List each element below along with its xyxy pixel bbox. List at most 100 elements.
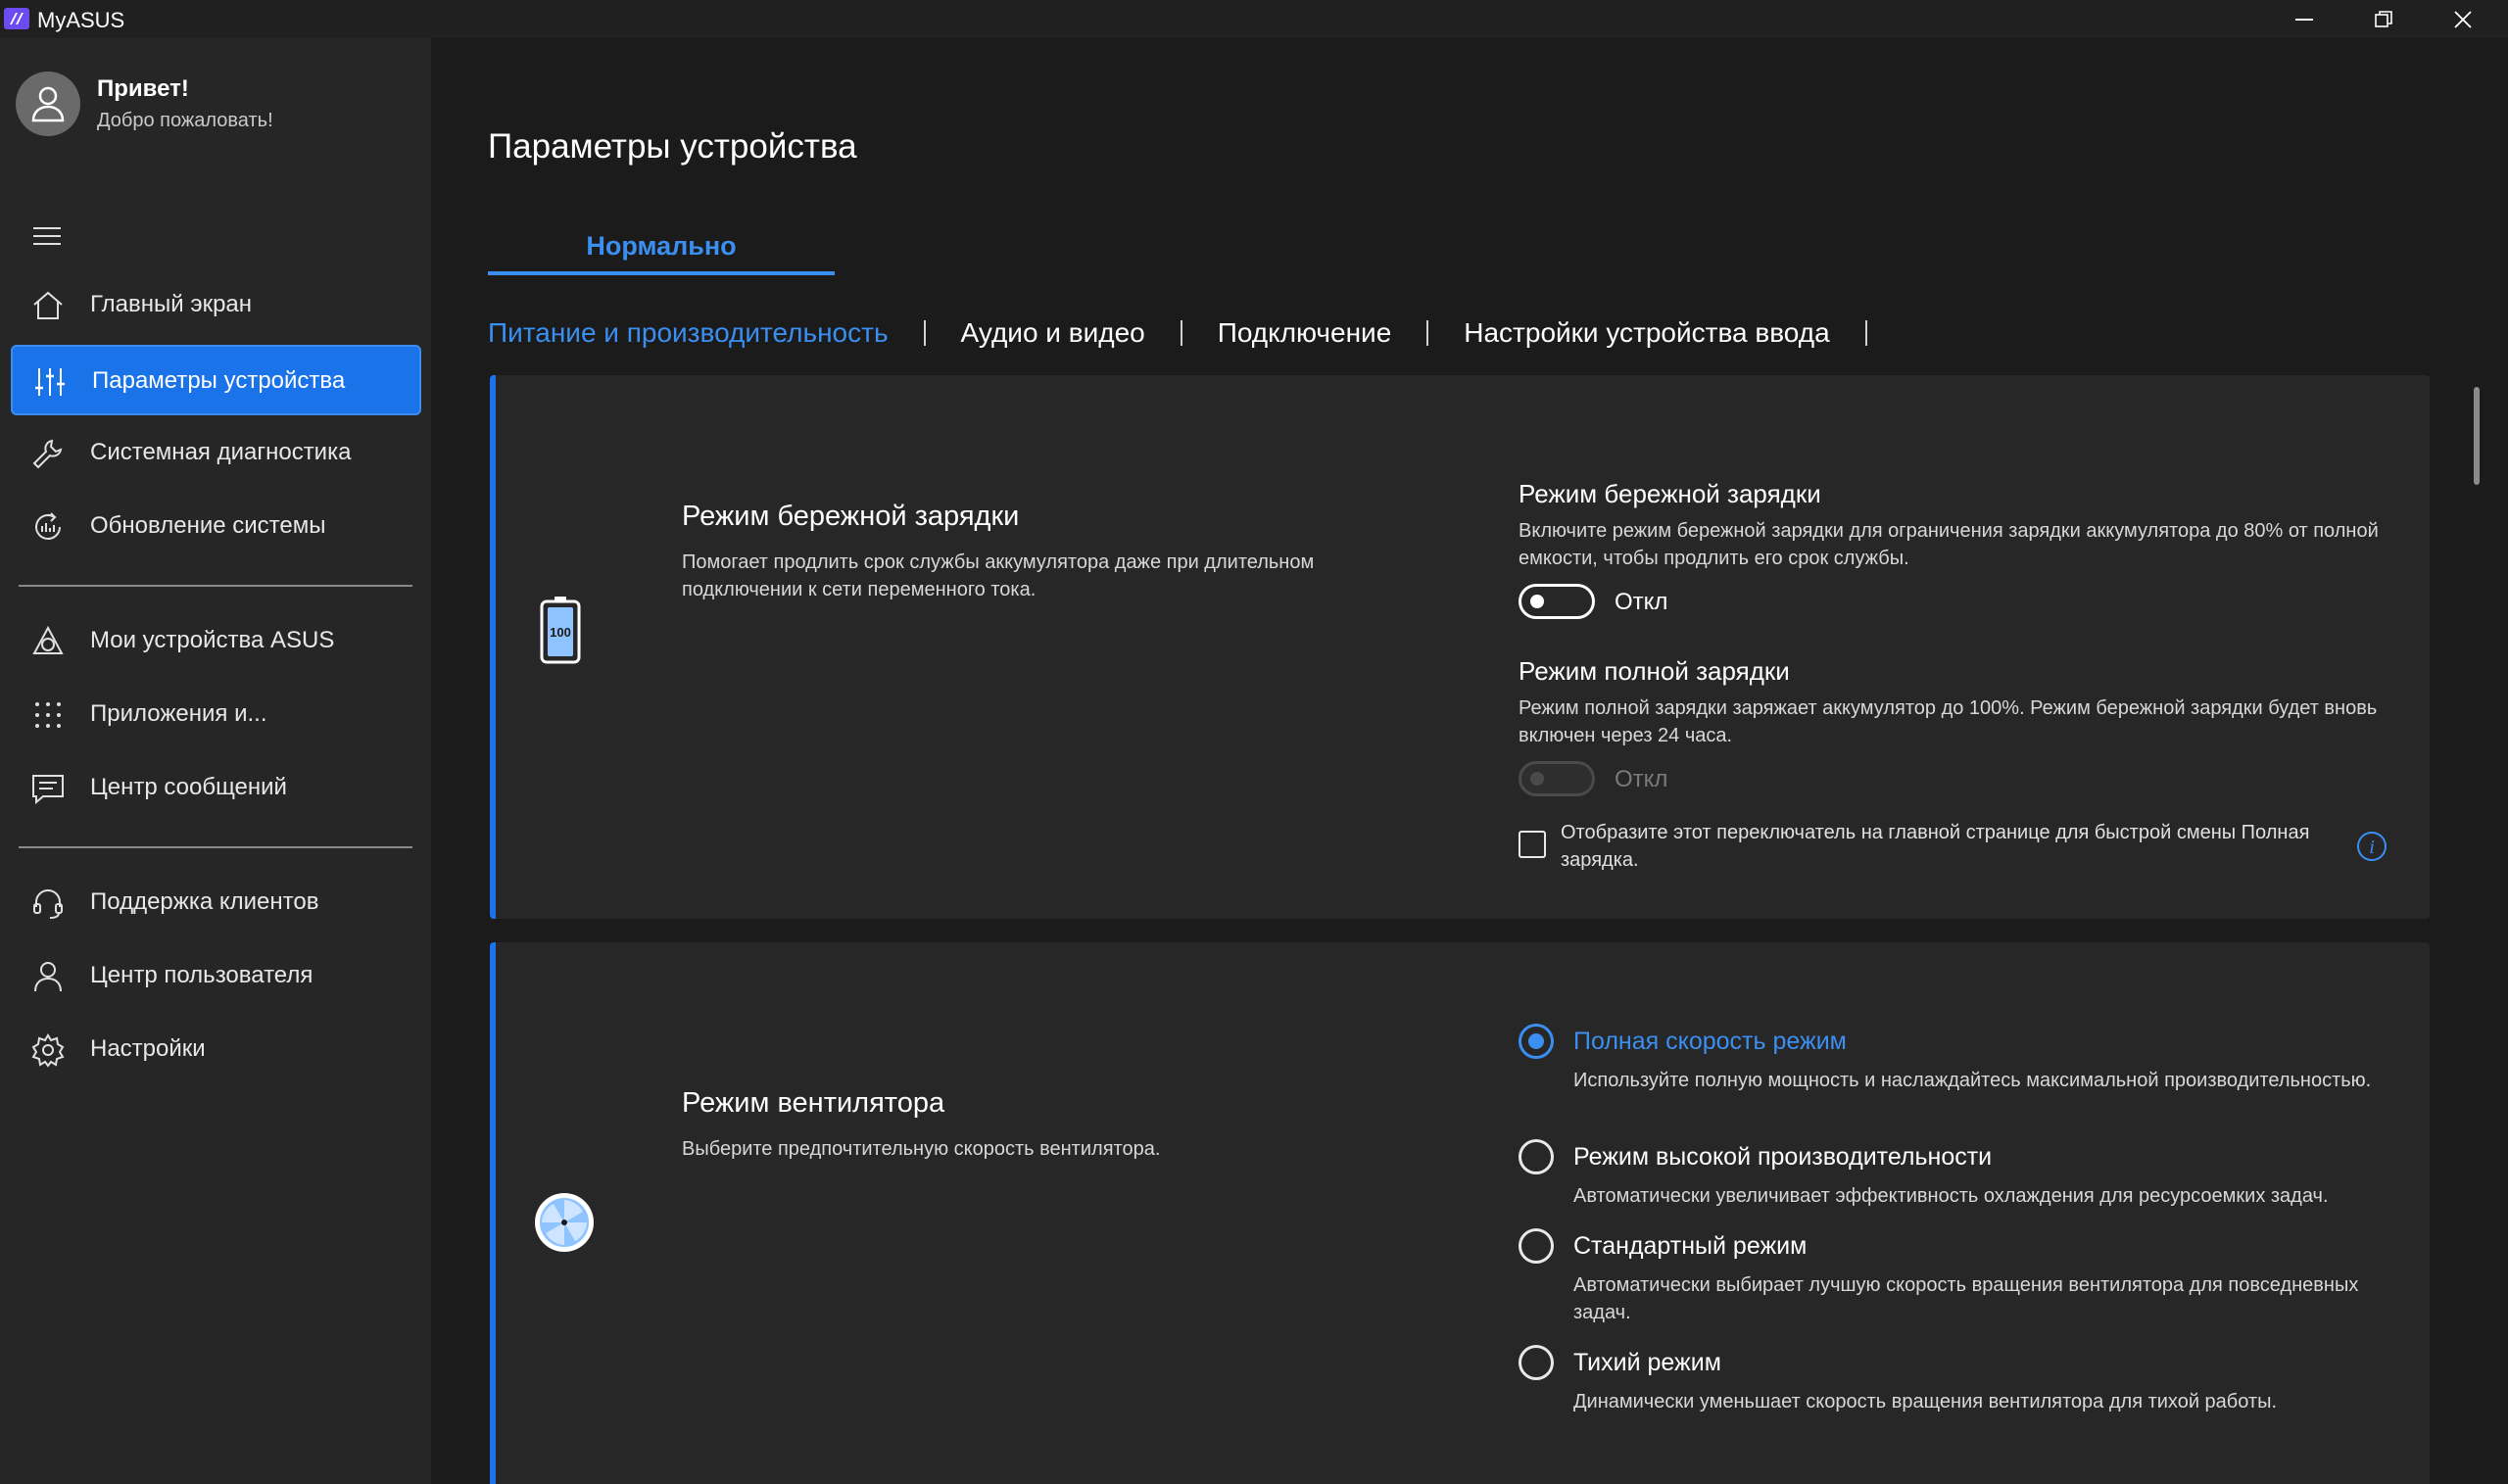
- sidebar-item-home[interactable]: Главный экран: [11, 270, 421, 341]
- toggle-knob: [1530, 595, 1544, 608]
- tab-separator: [1180, 320, 1182, 346]
- avatar[interactable]: [16, 72, 80, 136]
- gear-icon: [31, 1033, 65, 1068]
- home-icon: [33, 291, 63, 319]
- page-title: Параметры устройства: [488, 127, 857, 166]
- app-title: MyASUS: [37, 8, 125, 32]
- sidebar-item-label: Главный экран: [90, 291, 253, 317]
- sidebar-item-settings[interactable]: Настройки: [11, 1015, 421, 1085]
- care-charge-title: Режим бережной зарядки: [1519, 479, 1821, 508]
- sidebar-item-customer-support[interactable]: Поддержка клиентов: [11, 868, 421, 938]
- greeting-text: Привет!: [97, 75, 189, 102]
- fan-full-speed-label[interactable]: Полная скорость режим: [1573, 1028, 1847, 1056]
- sidebar-item-user-center[interactable]: Центр пользователя: [11, 941, 421, 1012]
- sidebar-item-label: Поддержка клиентов: [90, 888, 319, 915]
- fan-quiet-description: Динамически уменьшает скорость вращения …: [1573, 1391, 2278, 1412]
- tab-power-performance[interactable]: Питание и производительность: [488, 317, 889, 349]
- devices-icon: [32, 625, 64, 654]
- sidebar-divider: [19, 585, 412, 587]
- menu-toggle-button[interactable]: [31, 224, 65, 252]
- tab-underline: [488, 271, 835, 275]
- fan-high-performance-description: Автоматически увеличивает эффективность …: [1573, 1185, 2329, 1207]
- fan-icon: [535, 1193, 594, 1252]
- sidebar-item-my-devices[interactable]: Мои устройства ASUS: [11, 606, 421, 677]
- fan-card-description: Выберите предпочтительную скорость венти…: [682, 1138, 1161, 1160]
- info-icon[interactable]: i: [2356, 831, 2387, 862]
- sidebar-item-label: Настройки: [90, 1035, 206, 1062]
- fan-standard-label[interactable]: Стандартный режим: [1573, 1232, 1807, 1261]
- tab-normal[interactable]: Нормально: [488, 226, 835, 275]
- close-button[interactable]: [2424, 0, 2502, 38]
- sidebar-item-label: Приложения и...: [90, 700, 267, 727]
- sidebar-item-label: Центр сообщений: [90, 774, 287, 800]
- fan-standard-radio[interactable]: [1519, 1228, 1554, 1264]
- sidebar-item-message-center[interactable]: Центр сообщений: [11, 753, 421, 824]
- full-charge-toggle[interactable]: [1519, 761, 1595, 796]
- apps-grid-icon: [35, 702, 61, 728]
- asus-logo-icon: [4, 8, 29, 29]
- tab-input-devices[interactable]: Настройки устройства ввода: [1464, 317, 1829, 349]
- sidebar-item-device-settings[interactable]: Параметры устройства: [11, 345, 421, 415]
- minimize-icon: [2295, 18, 2313, 21]
- fan-high-performance-label[interactable]: Режим высокой производительности: [1573, 1143, 1992, 1172]
- battery-icon: 100: [540, 597, 581, 664]
- toggle-knob: [1530, 772, 1544, 786]
- minimize-button[interactable]: [2265, 0, 2343, 38]
- battery-card-title: Режим бережной зарядки: [682, 501, 1020, 532]
- tab-separator: [923, 320, 926, 346]
- fan-quiet-label[interactable]: Тихий режим: [1573, 1349, 1721, 1377]
- sidebar-item-system-update[interactable]: Обновление системы: [11, 492, 421, 562]
- fan-high-performance-radio[interactable]: [1519, 1139, 1554, 1174]
- svg-text:i: i: [2369, 837, 2375, 858]
- user-icon: [34, 962, 62, 992]
- hamburger-icon: [33, 227, 61, 245]
- update-icon: [35, 512, 61, 540]
- care-charge-state: Откл: [1615, 589, 1668, 615]
- subtab-bar: Питание и производительность Аудио и вид…: [488, 309, 1903, 358]
- fan-full-speed-description: Используйте полную мощность и наслаждайт…: [1573, 1070, 2372, 1091]
- sidebar-item-diagnostics[interactable]: Системная диагностика: [11, 418, 421, 489]
- sidebar-divider: [19, 846, 412, 848]
- tab-separator: [1864, 320, 1867, 346]
- main-content: Параметры устройства Нормально Питание и…: [431, 38, 2508, 1484]
- radio-dot: [1528, 1033, 1544, 1049]
- sidebar-item-apps[interactable]: Приложения и...: [11, 680, 421, 750]
- welcome-text: Добро пожаловать!: [97, 110, 273, 131]
- sliders-icon: [35, 368, 65, 396]
- user-profile[interactable]: Привет! Добро пожаловать!: [16, 72, 427, 142]
- battery-care-card: 100 Режим бережной зарядки Помогает прод…: [490, 375, 2430, 919]
- battery-card-description: Помогает продлить срок службы аккумулято…: [682, 551, 1315, 600]
- sidebar-item-label: Обновление системы: [90, 512, 326, 539]
- tab-separator: [1426, 320, 1429, 346]
- scrollbar-thumb[interactable]: [2474, 387, 2480, 485]
- tab-connection[interactable]: Подключение: [1218, 317, 1392, 349]
- sidebar: Привет! Добро пожаловать! Главный экран …: [0, 38, 431, 1484]
- sidebar-item-label: Параметры устройства: [92, 367, 346, 394]
- battery-level-text: 100: [550, 625, 571, 640]
- card-accent-bar: [490, 942, 496, 1484]
- full-charge-description: Режим полной зарядки заряжает аккумулято…: [1519, 697, 2378, 746]
- tab-audio-video[interactable]: Аудио и видео: [961, 317, 1145, 349]
- restore-button[interactable]: [2344, 0, 2423, 38]
- title-bar: MyASUS: [0, 0, 2508, 38]
- fan-mode-card: Режим вентилятора Выберите предпочтитель…: [490, 942, 2430, 1484]
- restore-icon: [2375, 10, 2392, 27]
- show-on-home-checkbox[interactable]: [1519, 831, 1546, 858]
- sidebar-item-label: Мои устройства ASUS: [90, 627, 335, 653]
- care-charge-toggle[interactable]: [1519, 584, 1595, 619]
- message-icon: [32, 775, 64, 805]
- sidebar-item-label: Системная диагностика: [90, 439, 352, 465]
- card-accent-bar: [490, 375, 496, 919]
- care-charge-description: Включите режим бережной зарядки для огра…: [1519, 520, 2379, 569]
- tab-normal-label: Нормально: [586, 231, 737, 261]
- fan-standard-description: Автоматически выбирает лучшую скорость в…: [1573, 1274, 2359, 1323]
- user-avatar-icon: [31, 86, 65, 122]
- fan-full-speed-radio[interactable]: [1519, 1024, 1554, 1059]
- show-on-home-label: Отобразите этот переключатель на главной…: [1561, 822, 2310, 871]
- headset-icon: [33, 889, 63, 919]
- sidebar-item-label: Центр пользователя: [90, 962, 314, 988]
- fan-card-title: Режим вентилятора: [682, 1087, 945, 1119]
- close-icon: [2454, 10, 2472, 28]
- fan-quiet-radio[interactable]: [1519, 1345, 1554, 1380]
- wrench-icon: [32, 439, 63, 469]
